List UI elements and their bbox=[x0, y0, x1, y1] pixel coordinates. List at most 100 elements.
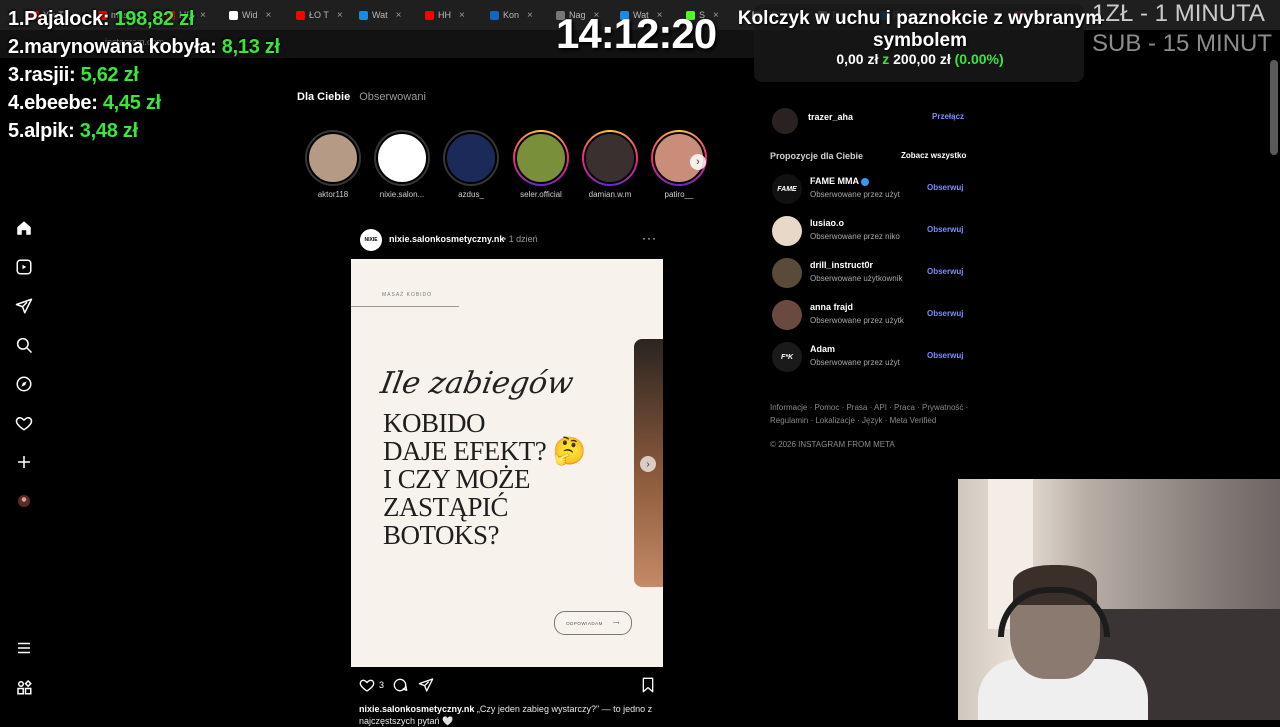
share-button[interactable] bbox=[418, 677, 434, 693]
story-ring bbox=[582, 130, 638, 186]
heart-icon bbox=[359, 679, 375, 692]
notifications-nav-button[interactable] bbox=[14, 413, 34, 433]
stories-next-button[interactable]: › bbox=[690, 154, 706, 170]
footer-links[interactable]: Informacje · Pomoc · Prasa · API · Praca… bbox=[770, 401, 970, 427]
leaderboard-name: marynowana kobyła: bbox=[24, 36, 222, 58]
suggestion-followed-by: Obserwowane przez użyt bbox=[810, 358, 900, 367]
leaderboard-entry: 5.alpik: 3,48 zł bbox=[8, 120, 138, 143]
leaderboard-entry: 1.Pajalock: 198,82 zł bbox=[8, 8, 194, 31]
tab-favicon-icon bbox=[359, 10, 368, 20]
story-item[interactable]: nixie.salon... bbox=[372, 130, 432, 199]
close-tab-icon[interactable]: × bbox=[200, 10, 206, 21]
tab-following[interactable]: Obserwowani bbox=[359, 91, 426, 103]
suggestion-item: FAME FAME MMA Obserwowane przez użyt Obserw… bbox=[772, 172, 972, 206]
suggestion-username[interactable]: FAME MMA bbox=[810, 176, 869, 186]
explore-nav-button[interactable] bbox=[14, 374, 34, 394]
more-menu-nav-button[interactable] bbox=[14, 638, 34, 658]
suggestion-item: drill_instruct0r Obserwowane użytkownik Ob… bbox=[772, 256, 972, 290]
story-item[interactable]: azdus_ bbox=[441, 130, 501, 199]
story-item[interactable]: seler.official bbox=[511, 130, 571, 199]
current-user-avatar[interactable] bbox=[772, 108, 798, 134]
slide-label: MASAŻ KOBIDO bbox=[382, 292, 433, 298]
suggestion-username[interactable]: drill_instruct0r bbox=[810, 260, 873, 270]
post-time: • 1 dzień bbox=[503, 234, 538, 244]
profile-icon bbox=[18, 495, 30, 507]
follow-button[interactable]: Obserwuj bbox=[927, 183, 963, 192]
search-nav-button[interactable] bbox=[14, 335, 34, 355]
post-caption: nixie.salonkosmetyczny.nk „Czy jeden zab… bbox=[359, 703, 659, 727]
leaderboard-entry: 3.rasjii: 5,62 zł bbox=[8, 64, 139, 87]
goal-separator: z bbox=[882, 51, 890, 67]
see-all-suggestions-link[interactable]: Zobacz wszystko bbox=[901, 151, 966, 160]
follow-button[interactable]: Obserwuj bbox=[927, 351, 963, 360]
create-nav-button[interactable] bbox=[14, 452, 34, 472]
save-button[interactable] bbox=[640, 677, 656, 693]
post-author-name[interactable]: nixie.salonkosmetyczny.nk bbox=[389, 234, 504, 244]
switch-account-link[interactable]: Przełącz bbox=[932, 112, 964, 121]
story-avatar bbox=[515, 132, 567, 184]
tab-for-you[interactable]: Dla Ciebie bbox=[297, 91, 350, 103]
suggestion-username[interactable]: anna frajd bbox=[810, 302, 853, 312]
follow-button[interactable]: Obserwuj bbox=[927, 309, 963, 318]
leaderboard-entry: 2.marynowana kobyła: 8,13 zł bbox=[8, 36, 280, 59]
post-author-avatar[interactable]: NIXIE bbox=[360, 229, 382, 251]
story-item[interactable]: damian.w.m bbox=[580, 130, 640, 199]
browser-tab[interactable]: HH × bbox=[425, 5, 485, 25]
suggestion-avatar[interactable] bbox=[772, 258, 802, 288]
home-nav-button[interactable] bbox=[14, 218, 34, 238]
follow-button[interactable]: Obserwuj bbox=[927, 225, 963, 234]
follow-button[interactable]: Obserwuj bbox=[927, 267, 963, 276]
close-tab-icon[interactable]: × bbox=[527, 10, 533, 21]
caption-author[interactable]: nixie.salonkosmetyczny.nk bbox=[359, 704, 474, 714]
like-count[interactable]: 3 bbox=[379, 680, 384, 690]
leaderboard-rank: 4. bbox=[8, 92, 25, 114]
bookmark-icon bbox=[642, 677, 654, 693]
leaderboard-amount: 8,13 zł bbox=[221, 36, 280, 58]
slide-headline: KOBIDO DAJE EFEKT? 🤔 I CZY MOŻE ZASTĄPIĆ BOT… bbox=[383, 409, 623, 549]
messages-nav-button[interactable] bbox=[14, 296, 34, 316]
story-ring bbox=[374, 130, 430, 186]
suggestion-avatar[interactable] bbox=[772, 300, 802, 330]
close-tab-icon[interactable]: × bbox=[266, 10, 272, 21]
tab-favicon-icon bbox=[296, 10, 305, 20]
notifications-icon bbox=[15, 416, 33, 431]
apps-icon bbox=[17, 679, 32, 695]
comment-icon bbox=[393, 678, 408, 692]
current-user-name[interactable]: trazer_aha bbox=[808, 112, 853, 122]
apps-nav-button[interactable] bbox=[14, 677, 34, 697]
goal-title: Kolczyk w uchu i paznokcie z wybranym sy… bbox=[737, 8, 1103, 51]
tab-favicon-icon bbox=[490, 10, 499, 20]
suggestion-avatar[interactable] bbox=[772, 216, 802, 246]
leaderboard-amount: 3,48 zł bbox=[79, 120, 138, 142]
suggestion-username[interactable]: Adam bbox=[810, 344, 835, 354]
reels-nav-button[interactable] bbox=[14, 257, 34, 277]
browser-tab[interactable]: ŁO T × bbox=[296, 5, 356, 25]
leaderboard-rank: 2. bbox=[8, 36, 25, 58]
story-ring bbox=[305, 130, 361, 186]
create-icon bbox=[18, 456, 30, 468]
page-scrollbar[interactable] bbox=[1270, 60, 1278, 155]
profile-nav-button[interactable] bbox=[14, 491, 34, 511]
browser-tab[interactable]: Wat × bbox=[359, 5, 419, 25]
story-avatar bbox=[307, 132, 359, 184]
suggestion-followed-by: Obserwowane przez niko bbox=[810, 232, 900, 241]
suggestion-avatar[interactable]: FAME bbox=[772, 174, 802, 204]
post-more-options-button[interactable]: ··· bbox=[642, 231, 657, 245]
suggestion-followed-by: Obserwowane przez użytk bbox=[810, 316, 904, 325]
like-button[interactable] bbox=[359, 677, 375, 693]
close-tab-icon[interactable]: × bbox=[396, 10, 402, 21]
close-tab-icon[interactable]: × bbox=[459, 10, 465, 21]
story-username: aktor118 bbox=[317, 190, 349, 199]
carousel-next-button[interactable]: › bbox=[640, 456, 656, 472]
close-tab-icon[interactable]: × bbox=[337, 10, 343, 21]
story-item[interactable]: aktor118 bbox=[303, 130, 363, 199]
story-username: azdus_ bbox=[458, 190, 484, 199]
suggestion-avatar[interactable]: F*K bbox=[772, 342, 802, 372]
share-icon bbox=[418, 678, 434, 692]
comment-button[interactable] bbox=[392, 677, 408, 693]
post-image[interactable]: MASAŻ KOBIDO Ile zabiegów KOBIDO DAJE EFE… bbox=[351, 259, 663, 667]
browser-tab[interactable]: Kon × bbox=[490, 5, 550, 25]
suggestion-username[interactable]: lusiao.o bbox=[810, 218, 844, 228]
browser-tab[interactable]: Wid × bbox=[229, 5, 289, 25]
tab-favicon-icon bbox=[425, 10, 434, 20]
